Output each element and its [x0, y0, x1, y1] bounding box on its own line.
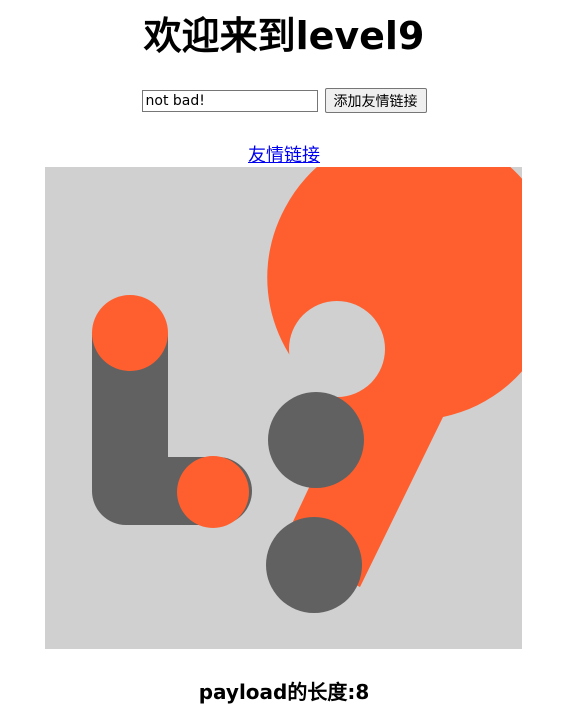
level9-logo-image	[45, 167, 522, 649]
logo-l-top-dot	[92, 295, 168, 371]
level9-logo-icon	[92, 167, 522, 613]
friend-link[interactable]: 友情链接	[248, 145, 320, 166]
keyword-input[interactable]	[141, 89, 318, 112]
add-link-form: 添加友情链接	[0, 88, 568, 113]
friend-link-row: 友情链接	[0, 141, 568, 167]
add-link-button[interactable]: 添加友情链接	[324, 88, 427, 113]
logo-l-end-dot	[177, 456, 249, 528]
page-title: 欢迎来到level9	[143, 14, 425, 58]
logo-nine-tail-dot	[266, 517, 362, 613]
logo-nine-mid-dot	[268, 392, 364, 488]
logo-nine-hole	[289, 301, 385, 397]
payload-length-text: payload的长度:8	[198, 680, 370, 704]
page: 欢迎来到level9 添加友情链接 友情链接 payload的长度:8	[0, 0, 568, 720]
